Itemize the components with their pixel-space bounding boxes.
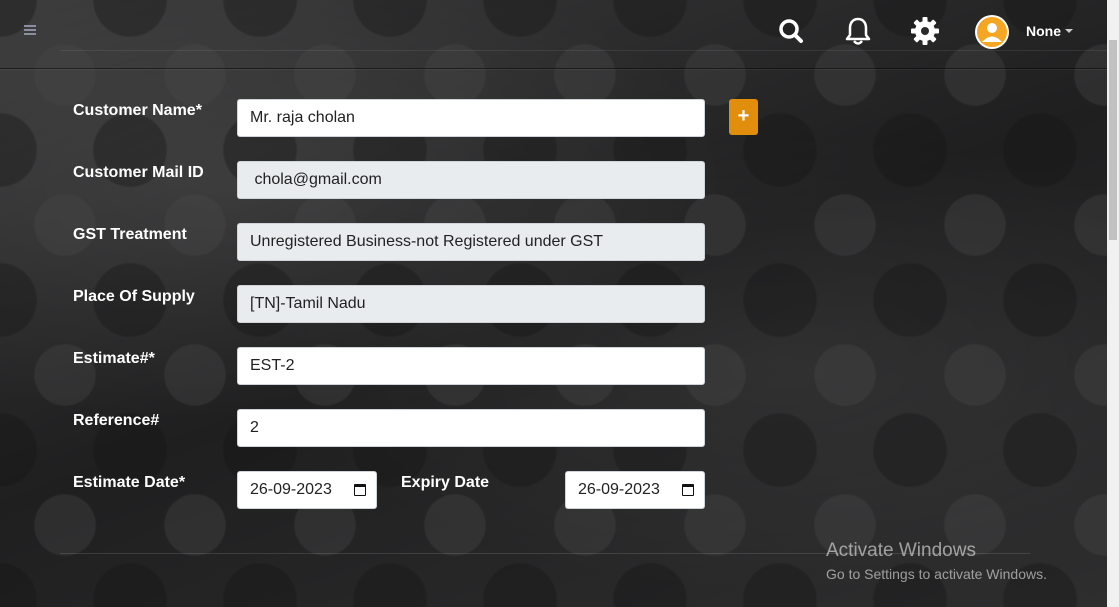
gst-treatment-label: GST Treatment <box>73 226 187 243</box>
reference-label: Reference# <box>73 412 160 429</box>
customer-mail-label: Customer Mail ID <box>73 164 204 181</box>
expiry-date-input[interactable]: 26-09-2023 <box>565 471 705 509</box>
search-icon[interactable] <box>774 14 808 48</box>
estimate-date-value: 26-09-2023 <box>250 481 332 498</box>
vertical-scrollbar[interactable] <box>1107 0 1119 607</box>
menu-toggle-icon[interactable] <box>24 25 36 35</box>
expiry-date-label: Expiry Date <box>401 474 490 491</box>
gear-icon[interactable] <box>908 14 942 48</box>
add-customer-button[interactable]: + <box>729 99 758 135</box>
customer-name-label: Customer Name* <box>73 102 202 119</box>
bell-icon[interactable] <box>841 14 875 48</box>
customer-name-input[interactable] <box>237 99 705 137</box>
reference-input[interactable] <box>237 409 705 447</box>
calendar-icon[interactable] <box>354 484 366 496</box>
gst-treatment-field[interactable] <box>237 223 705 261</box>
place-of-supply-label: Place Of Supply <box>73 288 195 305</box>
estimate-number-label: Estimate#* <box>73 350 155 367</box>
chevron-down-icon[interactable] <box>1065 29 1073 33</box>
estimate-date-input[interactable]: 26-09-2023 <box>237 471 377 509</box>
avatar[interactable] <box>975 15 1009 49</box>
watermark-subtitle: Go to Settings to activate Windows. <box>826 566 1047 582</box>
estimate-number-input[interactable] <box>237 347 705 385</box>
expiry-date-value: 26-09-2023 <box>578 481 660 498</box>
customer-mail-field[interactable] <box>237 161 705 199</box>
activate-windows-watermark: Activate Windows Go to Settings to activ… <box>826 540 1047 582</box>
navbar-divider <box>60 50 1107 51</box>
scrollbar-thumb[interactable] <box>1109 40 1117 240</box>
place-of-supply-field[interactable] <box>237 285 705 323</box>
watermark-title: Activate Windows <box>826 540 976 561</box>
user-menu[interactable]: None <box>1026 23 1061 39</box>
estimate-date-label: Estimate Date* <box>73 474 186 491</box>
calendar-icon[interactable] <box>682 484 694 496</box>
